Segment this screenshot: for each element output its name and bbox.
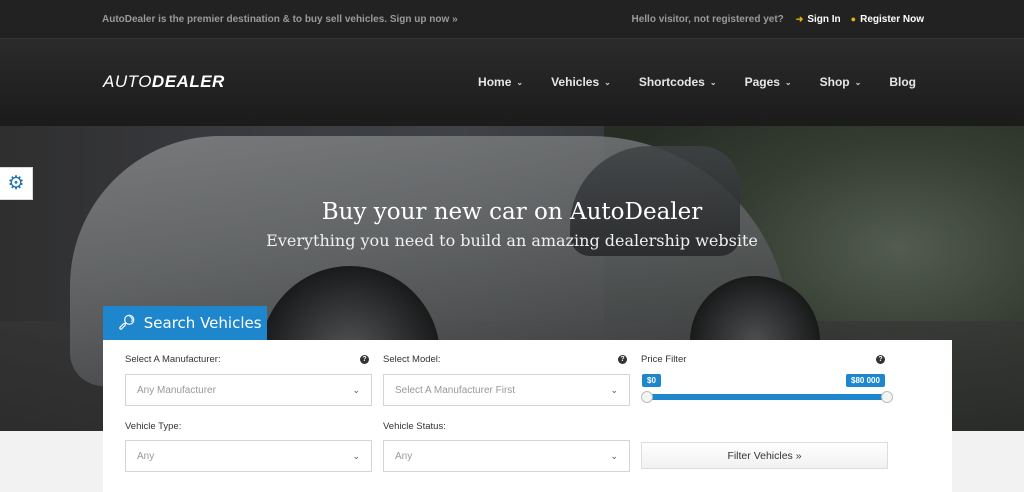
chevron-down-icon: ⌄	[610, 450, 618, 461]
price-slider-track[interactable]	[647, 394, 887, 400]
chevron-down-icon: ⌄	[516, 77, 524, 87]
chevron-down-icon: ⌄	[352, 450, 360, 461]
search-vehicles-tab[interactable]: 🔎︎ Search Vehicles	[103, 306, 267, 340]
vehicle-type-select-value: Any	[137, 450, 155, 462]
nav-vehicles-label: Vehicles	[551, 75, 600, 89]
nav-pages-label: Pages	[744, 75, 780, 89]
site-logo[interactable]: AUTODEALER	[103, 72, 225, 92]
nav-shop[interactable]: Shop ⌄	[820, 75, 862, 89]
model-select[interactable]: Select A Manufacturer First ⌄	[383, 374, 630, 406]
user-icon: ●	[850, 14, 857, 24]
hello-text: Hello visitor, not registered yet?	[631, 13, 784, 25]
price-help-icon[interactable]: ?	[876, 355, 885, 364]
model-select-value: Select A Manufacturer First	[395, 384, 516, 396]
register-link[interactable]: ● Register Now	[851, 14, 924, 25]
price-filter-label: Price Filter	[641, 354, 687, 365]
manufacturer-help-icon[interactable]: ?	[360, 355, 369, 364]
nav-home[interactable]: Home ⌄	[478, 75, 523, 89]
site-header: AUTODEALER Home ⌄ Vehicles ⌄ Shortcodes ⌄ P…	[0, 38, 1024, 126]
nav-home-label: Home	[478, 75, 512, 89]
sign-in-icon: ➜	[795, 13, 804, 24]
hero-title: Buy your new car on AutoDealer	[321, 199, 703, 225]
manufacturer-label: Select A Manufacturer:	[125, 354, 221, 365]
sign-in-label: Sign In	[807, 13, 841, 25]
nav-blog-label: Blog	[889, 75, 916, 89]
search-tab-label: Search Vehicles	[143, 314, 262, 332]
chevron-down-icon: ⌄	[352, 384, 360, 395]
chevron-down-icon: ⌄	[784, 77, 792, 87]
nav-blog[interactable]: Blog	[889, 75, 916, 89]
vehicle-type-select[interactable]: Any ⌄	[125, 440, 372, 472]
sign-in-link[interactable]: ➜ Sign In	[796, 14, 841, 25]
vehicle-status-label: Vehicle Status:	[383, 421, 446, 432]
vehicle-status-select[interactable]: Any ⌄	[383, 440, 630, 472]
model-label: Select Model:	[383, 354, 441, 365]
gear-icon: ⚙	[7, 173, 25, 194]
search-panel: Select A Manufacturer: ? Any Manufacture…	[103, 340, 952, 492]
hero-subtitle: Everything you need to build an amazing …	[266, 231, 758, 250]
nav-shop-label: Shop	[819, 75, 850, 89]
promo-text[interactable]: AutoDealer is the premier destination & …	[102, 14, 458, 25]
search-icon: 🔎︎	[118, 315, 136, 331]
price-slider-min-handle[interactable]	[641, 391, 653, 403]
vehicle-type-label: Vehicle Type:	[125, 421, 182, 432]
model-help-icon[interactable]: ?	[618, 355, 627, 364]
price-max-badge: $80 000	[846, 374, 885, 387]
vehicle-status-select-value: Any	[395, 450, 413, 462]
account-links: Hello visitor, not registered yet? ➜ Sig…	[632, 14, 925, 25]
price-slider-max-handle[interactable]	[881, 391, 893, 403]
nav-vehicles[interactable]: Vehicles ⌄	[551, 75, 611, 89]
nav-shortcodes-label: Shortcodes	[638, 75, 705, 89]
register-label: Register Now	[860, 13, 924, 25]
filter-vehicles-button[interactable]: Filter Vehicles »	[641, 442, 888, 469]
settings-gear-button[interactable]: ⚙	[0, 167, 33, 200]
price-min-badge: $0	[642, 374, 661, 387]
logo-auto: AUTO	[103, 72, 152, 91]
top-bar: AutoDealer is the premier destination & …	[0, 0, 1024, 38]
chevron-down-icon: ⌄	[854, 77, 862, 87]
main-nav: Home ⌄ Vehicles ⌄ Shortcodes ⌄ Pages ⌄ Shop ⌄…	[478, 75, 916, 89]
logo-dealer: DEALER	[151, 72, 225, 91]
manufacturer-select-value: Any Manufacturer	[137, 384, 216, 396]
nav-shortcodes[interactable]: Shortcodes ⌄	[639, 75, 717, 89]
nav-pages[interactable]: Pages ⌄	[745, 75, 792, 89]
chevron-down-icon: ⌄	[604, 77, 611, 87]
manufacturer-select[interactable]: Any Manufacturer ⌄	[125, 374, 372, 406]
chevron-down-icon: ⌄	[709, 77, 717, 87]
chevron-down-icon: ⌄	[610, 384, 618, 395]
